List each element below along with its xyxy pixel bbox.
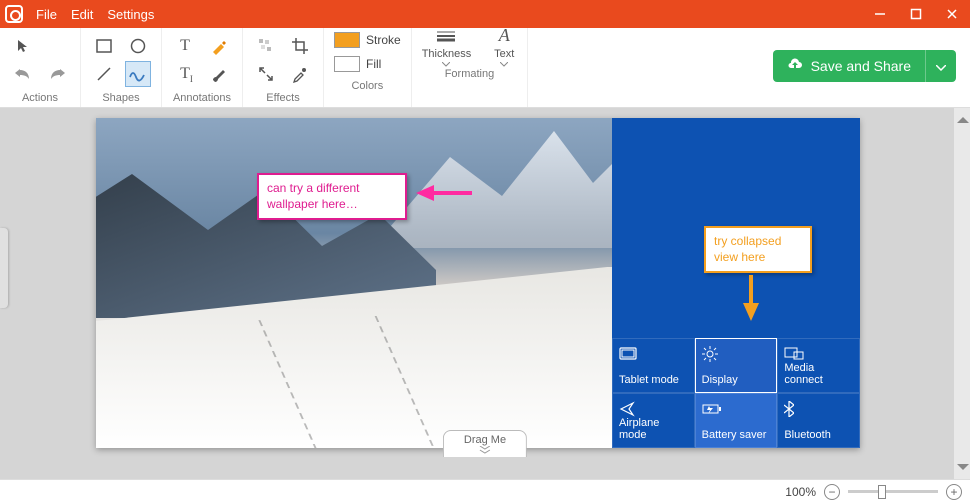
save-share-button[interactable]: Save and Share: [773, 50, 925, 82]
resize-tool[interactable]: [253, 61, 279, 87]
tile-label: Display: [702, 374, 771, 386]
menu-edit[interactable]: Edit: [71, 7, 93, 22]
thickness-label: Thickness: [422, 48, 472, 60]
group-formatting: Thickness A Text Formating: [412, 28, 529, 107]
group-label: Formating: [445, 68, 495, 80]
canvas-stage: Tablet mode Display Media connect Airplane …: [0, 108, 970, 479]
status-bar: 100% − +: [0, 479, 970, 503]
tile-label: Tablet mode: [619, 374, 688, 386]
menu-settings[interactable]: Settings: [107, 7, 154, 22]
undo-button[interactable]: [10, 61, 36, 87]
tile-label: Media connect: [784, 362, 853, 386]
chevron-down-double-icon: [478, 446, 492, 454]
tile-label: Battery saver: [702, 429, 771, 441]
menu-file[interactable]: File: [36, 7, 57, 22]
tile-bluetooth[interactable]: Bluetooth: [777, 393, 860, 448]
group-colors: Stroke Fill Colors: [324, 28, 412, 107]
media-connect-icon: [784, 345, 853, 362]
app-logo: [0, 0, 28, 28]
tile-display[interactable]: Display: [695, 338, 778, 393]
bluetooth-icon: [784, 400, 853, 418]
group-annotations: T TI Annotations: [162, 28, 243, 107]
close-button[interactable]: [934, 0, 970, 28]
eyedropper-tool[interactable]: [287, 61, 313, 87]
fill-color-swatch[interactable]: [334, 56, 360, 72]
zoom-in-button[interactable]: +: [946, 484, 962, 500]
text-format-dropdown[interactable]: A: [491, 26, 517, 46]
save-share-wrap: Save and Share: [773, 50, 956, 82]
rectangle-tool[interactable]: [91, 33, 117, 59]
tile-label: Airplane mode: [619, 417, 688, 441]
minimize-button[interactable]: [862, 0, 898, 28]
window-controls: [862, 0, 970, 28]
thickness-dropdown[interactable]: [433, 26, 459, 46]
save-share-label: Save and Share: [811, 58, 911, 74]
redo-button[interactable]: [44, 61, 70, 87]
group-label: Effects: [266, 92, 299, 104]
menu-bar: File Edit Settings: [28, 7, 154, 22]
chevron-down-icon: [500, 62, 508, 67]
zoom-out-button[interactable]: −: [824, 484, 840, 500]
maximize-button[interactable]: [898, 0, 934, 28]
arrow-pink-icon[interactable]: [414, 181, 474, 205]
stroke-color-swatch[interactable]: [334, 32, 360, 48]
text-tool[interactable]: T: [172, 33, 198, 59]
text-label: Text: [494, 48, 514, 60]
group-shapes: Shapes: [81, 28, 162, 107]
group-label: Shapes: [102, 92, 139, 104]
tile-tablet-mode[interactable]: Tablet mode: [612, 338, 695, 393]
tile-battery-saver[interactable]: Battery saver: [695, 393, 778, 448]
group-label: Annotations: [173, 92, 231, 104]
stroke-label: Stroke: [366, 33, 401, 47]
chevron-down-icon: [442, 62, 450, 67]
brush-tool[interactable]: [206, 61, 232, 87]
tablet-icon: [619, 345, 688, 363]
drag-handle[interactable]: Drag Me: [443, 430, 527, 457]
tile-airplane-mode[interactable]: Airplane mode: [612, 393, 695, 448]
wallpaper-region: [96, 118, 612, 448]
save-share-dropdown[interactable]: [925, 50, 956, 82]
group-effects: Effects: [243, 28, 324, 107]
chevron-down-icon: [936, 65, 946, 71]
zoom-slider[interactable]: [848, 490, 938, 493]
vertical-scrollbar[interactable]: [954, 108, 970, 479]
zoom-value: 100%: [785, 485, 816, 499]
battery-saver-icon: [702, 400, 771, 418]
callout-text-tool[interactable]: TI: [172, 61, 198, 87]
left-panel-handle[interactable]: [0, 228, 8, 308]
group-actions: Actions: [0, 28, 81, 107]
group-label: Actions: [22, 92, 58, 104]
fill-label: Fill: [366, 57, 381, 71]
airplane-icon: [619, 400, 688, 417]
quick-action-tiles: Tablet mode Display Media connect Airplane …: [612, 338, 860, 448]
pointer-tool[interactable]: [10, 33, 36, 59]
crop-tool[interactable]: [287, 33, 313, 59]
pixelate-tool[interactable]: [253, 33, 279, 59]
brightness-icon: [702, 345, 771, 363]
highlighter-tool[interactable]: [206, 33, 232, 59]
arrow-orange-icon[interactable]: [739, 275, 763, 323]
ellipse-tool[interactable]: [125, 33, 151, 59]
line-tool[interactable]: [91, 61, 117, 87]
cloud-upload-icon: [787, 58, 803, 74]
tile-media-connect[interactable]: Media connect: [777, 338, 860, 393]
ribbon: Actions Shapes T TI Annotations: [0, 28, 970, 108]
group-label: Colors: [351, 80, 383, 92]
tile-label: Bluetooth: [784, 429, 853, 441]
annotation-callout-pink[interactable]: can try a different wallpaper here…: [257, 173, 407, 220]
action-center-panel: Tablet mode Display Media connect Airplane …: [612, 118, 860, 448]
titlebar: File Edit Settings: [0, 0, 970, 28]
freehand-tool[interactable]: [125, 61, 151, 87]
drag-label: Drag Me: [464, 434, 506, 446]
annotation-callout-orange[interactable]: try collapsed view here: [704, 226, 812, 273]
